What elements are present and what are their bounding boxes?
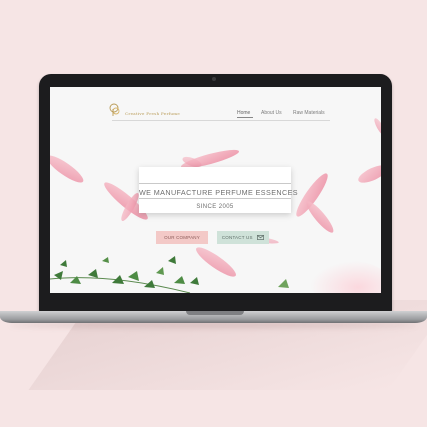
hero-card: WE MANUFACTURE PERFUME ESSENCES SINCE 20… <box>139 167 298 213</box>
petal <box>306 201 334 233</box>
laptop-lid: Creative Fresh Perfume Home About Us Raw… <box>39 74 392 312</box>
petal <box>358 165 381 183</box>
hero-subtitle: SINCE 2005 <box>196 204 234 210</box>
flower <box>310 261 381 293</box>
site-header: Creative Fresh Perfume Home About Us Raw… <box>50 87 381 123</box>
petal <box>50 155 84 183</box>
ivy-leaves <box>50 256 289 293</box>
hero-title: WE MANUFACTURE PERFUME ESSENCES <box>139 188 298 197</box>
camera <box>212 77 216 81</box>
petal <box>196 247 236 277</box>
laptop-screen: Creative Fresh Perfume Home About Us Raw… <box>50 87 381 293</box>
nav-active-underline <box>237 117 253 118</box>
hero-rule-bottom <box>139 198 291 199</box>
hero-rule-top <box>139 183 291 184</box>
nav-raw-materials[interactable]: Raw Materials <box>293 110 325 116</box>
header-divider <box>112 120 330 121</box>
perfume-logo-icon[interactable] <box>108 103 122 117</box>
logo-text[interactable]: Creative Fresh Perfume <box>125 111 180 116</box>
nav-about-us[interactable]: About Us <box>261 110 282 116</box>
contact-us-label: CONTACT US <box>221 235 253 240</box>
contact-us-button[interactable]: CONTACT US <box>217 231 269 244</box>
our-company-label: OUR COMPANY <box>164 235 200 240</box>
envelope-icon <box>257 235 265 241</box>
laptop-notch <box>186 311 244 315</box>
nav-home[interactable]: Home <box>237 110 250 116</box>
our-company-button[interactable]: OUR COMPANY <box>156 231 208 244</box>
